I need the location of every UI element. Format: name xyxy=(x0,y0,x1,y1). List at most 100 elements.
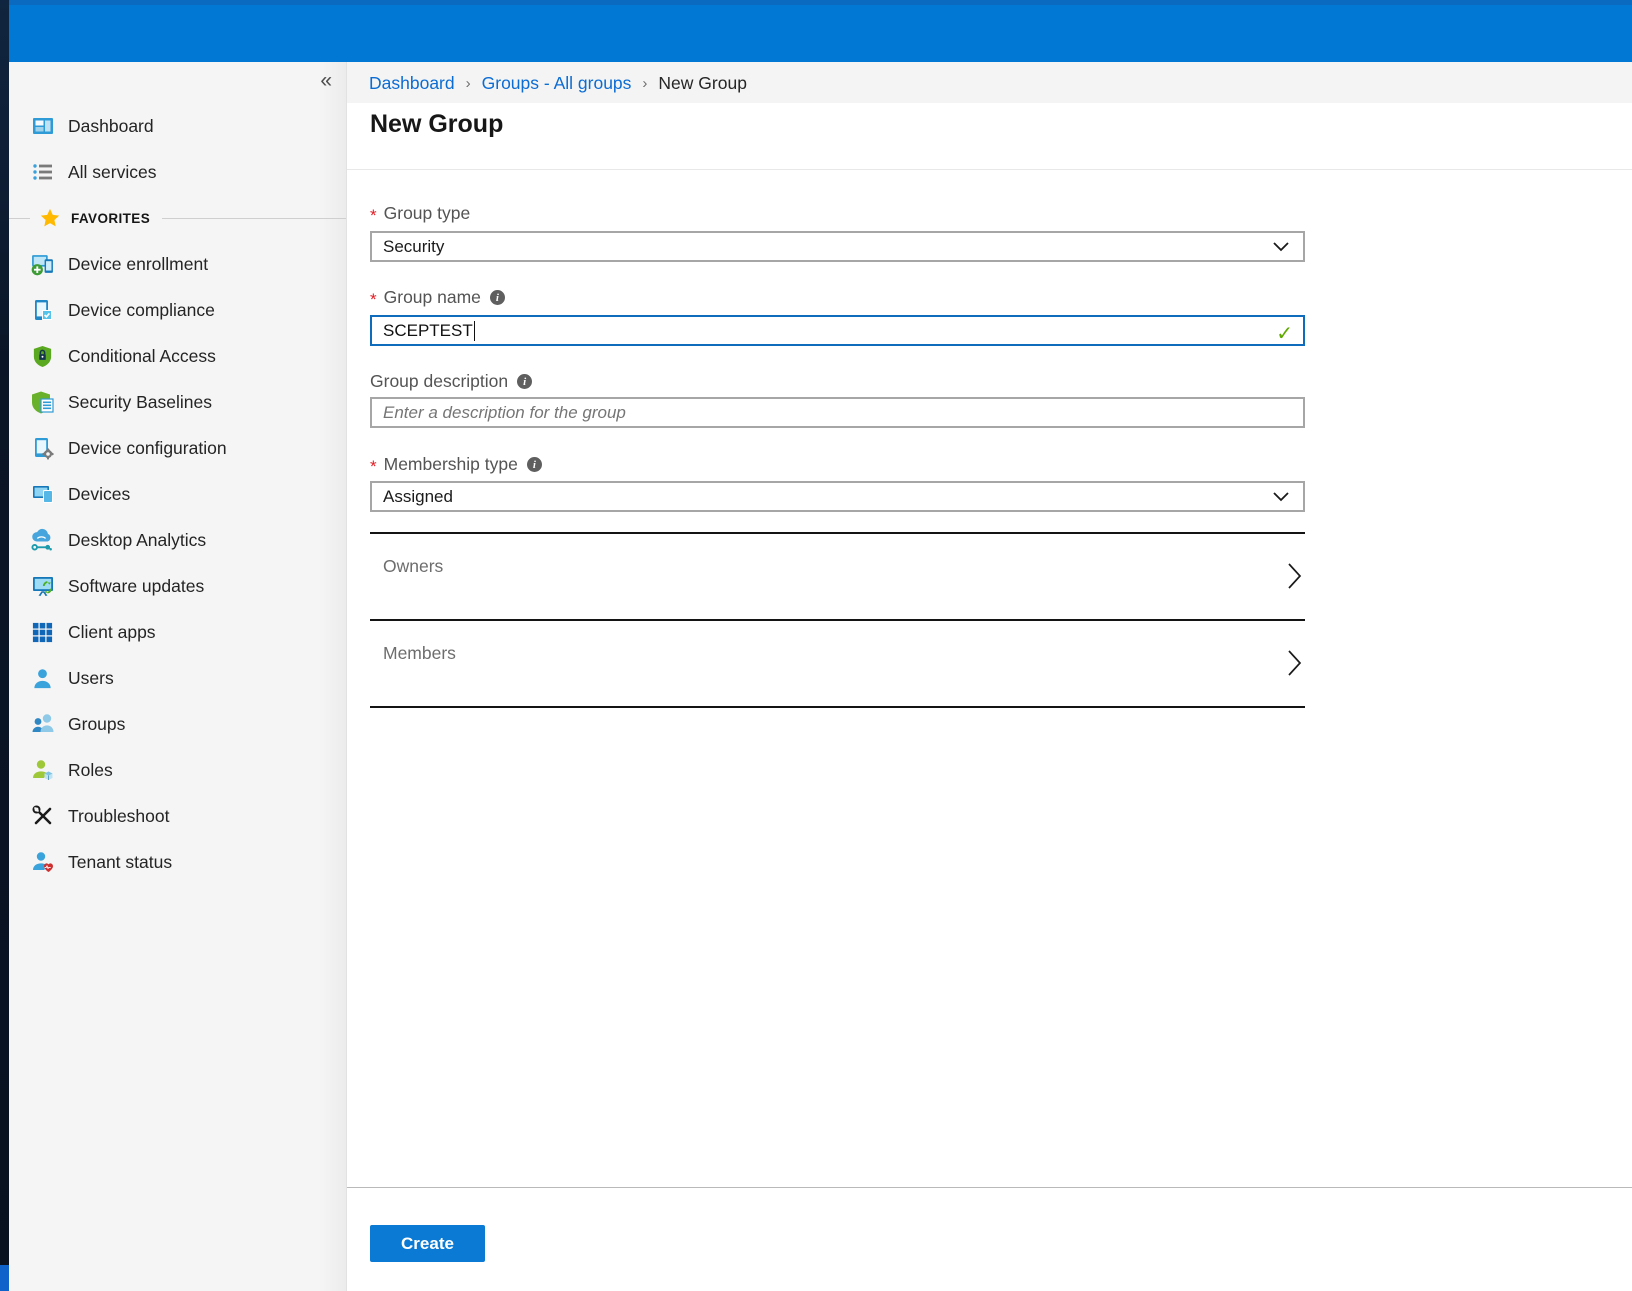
chevron-right-icon xyxy=(1287,562,1302,590)
group-type-label: * Group type xyxy=(370,203,470,224)
sidebar-item-device-configuration[interactable]: Device configuration xyxy=(9,425,346,471)
software-updates-icon xyxy=(30,574,55,599)
sidebar-item-devices[interactable]: Devices xyxy=(9,471,346,517)
sidebar-item-desktop-analytics[interactable]: Desktop Analytics xyxy=(9,517,346,563)
create-button[interactable]: Create xyxy=(370,1225,485,1262)
sidebar-item-label: Troubleshoot xyxy=(68,806,170,827)
membership-type-value: Assigned xyxy=(372,487,453,507)
troubleshoot-icon xyxy=(30,804,55,829)
group-description-input[interactable] xyxy=(372,399,1303,426)
sidebar-item-label: Client apps xyxy=(68,622,156,643)
breadcrumb-current: New Group xyxy=(658,73,747,94)
sidebar-item-label: Desktop Analytics xyxy=(68,530,206,551)
sidebar-item-device-enrollment[interactable]: Device enrollment xyxy=(9,241,346,287)
sidebar-collapse-row: « xyxy=(9,62,346,103)
sidebar-item-label: Device configuration xyxy=(68,438,227,459)
sidebar-favorites-header: FAVORITES xyxy=(9,195,346,241)
group-type-value: Security xyxy=(372,237,444,257)
sidebar-item-label: Software updates xyxy=(68,576,204,597)
users-icon xyxy=(30,666,55,691)
breadcrumb: Dashboard › Groups - All groups › New Gr… xyxy=(369,71,747,95)
sidebar-item-label: Tenant status xyxy=(68,852,172,873)
sidebar-item-label: Device enrollment xyxy=(68,254,208,275)
roles-icon xyxy=(30,758,55,783)
favorites-star-icon xyxy=(39,207,61,229)
required-marker: * xyxy=(370,457,377,477)
sidebar-item-label: Security Baselines xyxy=(68,392,212,413)
breadcrumb-groups-all-groups[interactable]: Groups - All groups xyxy=(482,73,632,94)
sidebar-item-label: Users xyxy=(68,668,114,689)
label-text: Group description xyxy=(370,371,508,392)
sidebar-item-label: Groups xyxy=(68,714,125,735)
info-icon[interactable]: i xyxy=(527,457,542,472)
group-name-value: SCEPTEST xyxy=(372,321,473,341)
owners-label: Owners xyxy=(383,556,443,577)
devices-icon xyxy=(30,482,55,507)
sidebar-item-all-services[interactable]: All services xyxy=(9,149,346,195)
sidebar-item-roles[interactable]: Roles xyxy=(9,747,346,793)
info-icon[interactable]: i xyxy=(517,374,532,389)
sidebar-item-client-apps[interactable]: Client apps xyxy=(9,609,346,655)
sidebar-item-label: Dashboard xyxy=(68,116,154,137)
sidebar-item-users[interactable]: Users xyxy=(9,655,346,701)
sidebar-item-device-compliance[interactable]: Device compliance xyxy=(9,287,346,333)
new-group-blade: New Group * Group type Security * Group … xyxy=(347,103,1632,1291)
membership-type-select[interactable]: Assigned xyxy=(370,481,1305,512)
divider xyxy=(162,218,346,219)
info-icon[interactable]: i xyxy=(490,290,505,305)
chevron-right-icon xyxy=(1287,649,1302,677)
content-area: Dashboard › Groups - All groups › New Gr… xyxy=(347,62,1632,1291)
group-name-input[interactable]: SCEPTEST ✓ xyxy=(370,315,1305,346)
divider xyxy=(9,218,30,219)
sidebar-item-tenant-status[interactable]: Tenant status xyxy=(9,839,346,885)
breadcrumb-separator: › xyxy=(466,75,471,92)
sidebar-item-groups[interactable]: Groups xyxy=(9,701,346,747)
conditional-access-icon xyxy=(30,344,55,369)
label-text: Group type xyxy=(384,203,471,224)
breadcrumb-dashboard[interactable]: Dashboard xyxy=(369,73,455,94)
top-header-bar xyxy=(9,0,1632,62)
required-marker: * xyxy=(370,290,377,310)
sidebar-collapse-button[interactable]: « xyxy=(320,70,332,91)
dashboard-icon xyxy=(30,114,55,139)
label-text: Membership type xyxy=(384,454,518,475)
group-name-label: * Group name i xyxy=(370,287,505,308)
group-type-select[interactable]: Security xyxy=(370,231,1305,262)
members-label: Members xyxy=(383,643,456,664)
desktop-analytics-icon xyxy=(30,528,55,553)
device-compliance-icon xyxy=(30,298,55,323)
device-configuration-icon xyxy=(30,436,55,461)
sidebar-item-conditional-access[interactable]: Conditional Access xyxy=(9,333,346,379)
sidebar-item-software-updates[interactable]: Software updates xyxy=(9,563,346,609)
footer-divider xyxy=(347,1187,1632,1188)
owners-row[interactable]: Owners xyxy=(370,534,1305,618)
breadcrumb-separator: › xyxy=(642,75,647,92)
sidebar-item-label: Devices xyxy=(68,484,130,505)
azure-side-rail xyxy=(0,0,9,1291)
divider xyxy=(370,706,1305,708)
page-title: New Group xyxy=(370,110,503,139)
sidebar-item-dashboard[interactable]: Dashboard xyxy=(9,103,346,149)
chevron-down-icon xyxy=(1272,491,1290,503)
sidebar-item-label: Conditional Access xyxy=(68,346,216,367)
required-marker: * xyxy=(370,206,377,226)
sidebar: « Dashboard All services FAVORITES Devic… xyxy=(9,62,347,1291)
security-baselines-icon xyxy=(30,390,55,415)
sidebar-item-label: Device compliance xyxy=(68,300,215,321)
valid-check-icon: ✓ xyxy=(1276,321,1293,346)
sidebar-item-troubleshoot[interactable]: Troubleshoot xyxy=(9,793,346,839)
membership-type-label: * Membership type i xyxy=(370,454,542,475)
group-description-field xyxy=(370,397,1305,428)
header-top-stripe xyxy=(9,0,1632,5)
chevron-down-icon xyxy=(1272,241,1290,253)
favorites-label: FAVORITES xyxy=(71,211,150,226)
side-rail-indicator xyxy=(0,1265,9,1291)
members-row[interactable]: Members xyxy=(370,621,1305,705)
device-enrollment-icon xyxy=(30,252,55,277)
divider xyxy=(347,169,1632,170)
group-description-label: Group description i xyxy=(370,371,532,392)
sidebar-item-security-baselines[interactable]: Security Baselines xyxy=(9,379,346,425)
groups-icon xyxy=(30,712,55,737)
label-text: Group name xyxy=(384,287,481,308)
text-caret xyxy=(474,321,475,341)
